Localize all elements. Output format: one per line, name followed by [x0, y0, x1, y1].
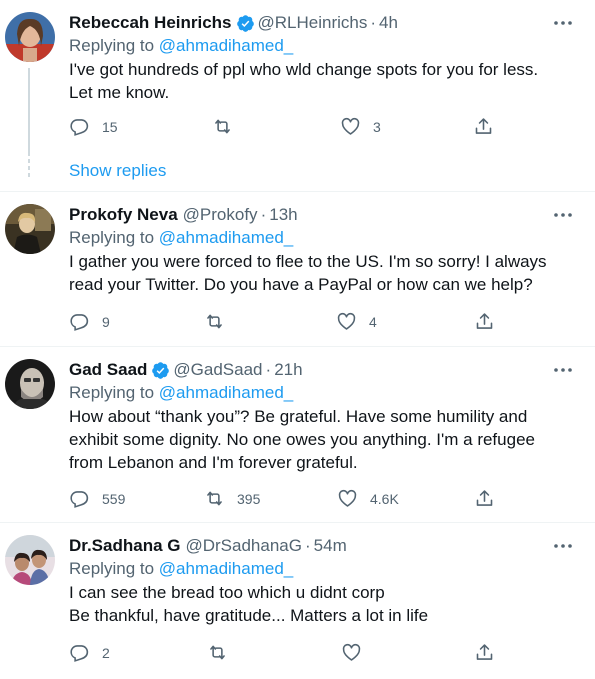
author-name[interactable]: Prokofy Neva — [69, 204, 178, 226]
replying-to: Replying to @ahmadihamed_ — [69, 35, 561, 57]
share-icon — [476, 490, 493, 506]
separator-dot: · — [265, 360, 272, 379]
author-name[interactable]: Rebeccah Heinrichs — [69, 12, 232, 34]
show-replies-link[interactable]: Show replies — [69, 161, 166, 181]
replying-label: Replying to — [69, 36, 159, 55]
share-icon — [476, 644, 493, 660]
tweet-text: I can see the bread too which u didnt co… — [69, 583, 429, 625]
more-options-icon[interactable] — [551, 535, 575, 557]
share-button[interactable] — [473, 116, 494, 137]
like-button[interactable]: 4.6K — [337, 488, 399, 509]
separator-dot: · — [304, 536, 311, 555]
timestamp[interactable]: 4h — [379, 12, 398, 34]
replying-to: Replying to @ahmadihamed_ — [69, 558, 561, 580]
tweet-reply[interactable]: Gad Saad @GadSaad · 21h Replying to @ahm… — [0, 347, 595, 522]
reply-icon — [70, 645, 89, 662]
timestamp[interactable]: 54m — [314, 535, 347, 557]
like-count: 4.6K — [370, 490, 399, 507]
reply-count: 2 — [102, 644, 110, 661]
verified-badge-icon — [236, 14, 254, 32]
retweet-icon — [207, 314, 222, 329]
reply-button[interactable]: 559 — [69, 488, 125, 509]
like-count: 3 — [373, 118, 381, 135]
like-count: 4 — [369, 313, 377, 330]
retweet-icon — [207, 491, 222, 506]
avatar[interactable] — [5, 12, 55, 62]
tweet-actions: 2 — [69, 642, 509, 666]
heart-icon — [341, 117, 360, 135]
avatar[interactable] — [5, 535, 55, 585]
more-options-icon[interactable] — [551, 204, 575, 226]
like-button[interactable] — [341, 642, 374, 663]
verified-badge-icon — [152, 361, 170, 379]
author-handle[interactable]: @RLHeinrichs — [258, 12, 368, 34]
replying-label: Replying to — [69, 559, 159, 578]
reply-count: 15 — [102, 118, 118, 135]
reply-icon — [70, 491, 89, 508]
separator-dot: · — [370, 13, 377, 32]
retweet-button[interactable] — [204, 311, 237, 332]
mention-link[interactable]: @ahmadihamed_ — [159, 383, 293, 402]
tweet-reply[interactable]: Rebeccah Heinrichs @RLHeinrichs · 4h Rep… — [0, 0, 595, 192]
tweet-actions: 9 4 — [69, 311, 509, 335]
share-icon — [475, 118, 492, 134]
avatar[interactable] — [5, 359, 55, 409]
timestamp[interactable]: 21h — [274, 359, 302, 381]
tweet-text: I gather you were forced to flee to the … — [69, 252, 547, 294]
like-button[interactable]: 4 — [336, 311, 377, 332]
heart-icon — [342, 643, 361, 661]
tweet-reply[interactable]: Dr.Sadhana G @DrSadhanaG · 54m Replying … — [0, 523, 595, 679]
reply-icon — [70, 314, 89, 331]
retweet-button[interactable] — [207, 642, 240, 663]
reply-count: 559 — [102, 490, 126, 507]
replying-to: Replying to @ahmadihamed_ — [69, 227, 561, 249]
thread-line — [28, 68, 30, 156]
retweet-button[interactable]: 395 — [204, 488, 260, 509]
more-options-icon[interactable] — [551, 359, 575, 381]
reply-button[interactable]: 2 — [69, 642, 110, 663]
replying-to: Replying to @ahmadihamed_ — [69, 382, 561, 404]
reply-count: 9 — [102, 313, 110, 330]
share-icon — [476, 313, 493, 329]
tweet-actions: 15 3 — [69, 116, 509, 140]
more-options-icon[interactable] — [551, 12, 575, 34]
mention-link[interactable]: @ahmadihamed_ — [159, 36, 293, 55]
heart-icon — [337, 312, 356, 330]
heart-icon — [338, 489, 357, 507]
reply-button[interactable]: 9 — [69, 311, 110, 332]
tweet-actions: 559 395 4.6K — [69, 488, 509, 512]
tweet-text: How about “thank you”? Be grateful. Have… — [69, 407, 535, 472]
timestamp[interactable]: 13h — [269, 204, 297, 226]
avatar[interactable] — [5, 204, 55, 254]
tweet-text: I've got hundreds of ppl who wld change … — [69, 60, 539, 102]
reply-button[interactable]: 15 — [69, 116, 118, 137]
retweet-count: 395 — [237, 490, 261, 507]
retweet-icon — [215, 119, 230, 134]
thread-gap-dots — [28, 159, 30, 180]
tweet-reply[interactable]: Prokofy Neva @Prokofy · 13h Replying to … — [0, 192, 595, 346]
retweet-button[interactable] — [212, 116, 245, 137]
replying-label: Replying to — [69, 228, 159, 247]
mention-link[interactable]: @ahmadihamed_ — [159, 559, 293, 578]
share-button[interactable] — [474, 642, 495, 663]
retweet-icon — [210, 645, 225, 660]
like-button[interactable]: 3 — [340, 116, 381, 137]
author-name[interactable]: Dr.Sadhana G — [69, 535, 180, 557]
reply-icon — [70, 119, 89, 136]
replying-label: Replying to — [69, 383, 159, 402]
share-button[interactable] — [474, 311, 495, 332]
author-handle[interactable]: @Prokofy — [183, 204, 258, 226]
author-handle[interactable]: @GadSaad — [173, 359, 262, 381]
separator-dot: · — [260, 205, 267, 224]
author-handle[interactable]: @DrSadhanaG — [185, 535, 302, 557]
author-name[interactable]: Gad Saad — [69, 359, 147, 381]
mention-link[interactable]: @ahmadihamed_ — [159, 228, 293, 247]
share-button[interactable] — [474, 488, 495, 509]
